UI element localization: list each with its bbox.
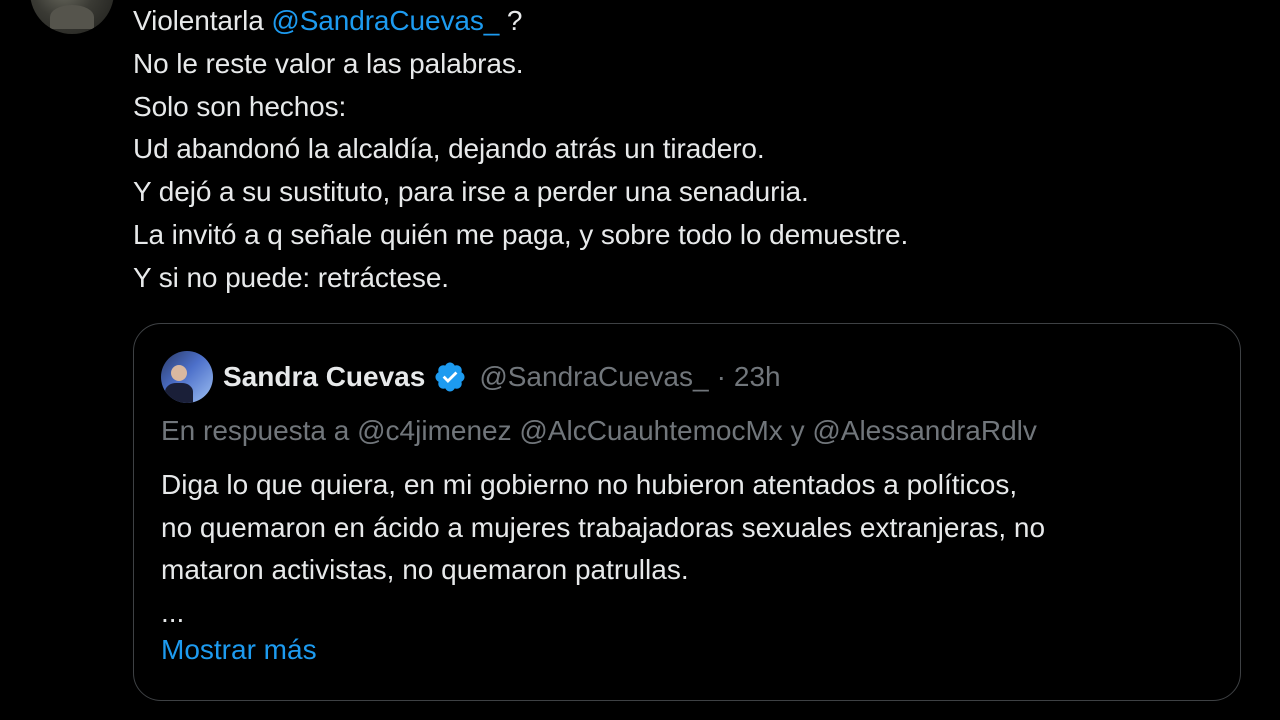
quoted-author-name[interactable]: Sandra Cuevas bbox=[223, 361, 425, 393]
tweet-line-7: Y si no puede: retráctese. bbox=[133, 261, 449, 293]
quoted-tweet-timestamp[interactable]: 23h bbox=[734, 361, 781, 393]
quoted-line-2: no quemaron en ácido a mujeres trabajado… bbox=[161, 511, 1046, 543]
tweet-line-1: Violentarla @SandraCuevas_ ? bbox=[133, 0, 1243, 43]
tweet-line1-prefix: Violentarla bbox=[133, 5, 272, 36]
reply-context: En respuesta a @c4jimenez @AlcCuauhtemoc… bbox=[161, 415, 1037, 447]
tweet-line1-suffix: ? bbox=[499, 5, 523, 36]
separator-dot: · bbox=[716, 361, 726, 392]
tweet-line-5: Y dejó a su sustituto, para irse a perde… bbox=[133, 176, 809, 208]
author-avatar[interactable] bbox=[30, 0, 114, 34]
quoted-author-handle[interactable]: @SandraCuevas_ bbox=[479, 361, 708, 393]
tweet-line-6: La invitó a q señale quién me paga, y so… bbox=[133, 218, 909, 250]
quoted-line-3: mataron activistas, no quemaron patrulla… bbox=[161, 554, 689, 586]
reply-mentions[interactable]: @c4jimenez @AlcCuauhtemocMx y @Alessandr… bbox=[357, 415, 1037, 446]
verified-badge-icon bbox=[435, 362, 465, 392]
reply-prefix: En respuesta a bbox=[161, 415, 358, 446]
tweet-text: Violentarla @SandraCuevas_ ? No le reste… bbox=[133, 0, 1243, 300]
tweet-line-2: No le reste valor a las palabras. bbox=[133, 47, 524, 79]
tweet-line-3: Solo son hechos: bbox=[133, 90, 347, 122]
quoted-ellipsis: ... bbox=[161, 596, 185, 628]
quoted-tweet-text: Diga lo que quiera, en mi gobierno no hu… bbox=[161, 464, 1221, 634]
mention-link[interactable]: @SandraCuevas_ bbox=[271, 5, 499, 36]
show-more-link[interactable]: Mostrar más bbox=[161, 634, 317, 666]
quoted-line-1: Diga lo que quiera, en mi gobierno no hu… bbox=[161, 469, 1018, 500]
quoted-author-avatar[interactable] bbox=[161, 351, 213, 403]
tweet-line-4: Ud abandonó la alcaldía, dejando atrás u… bbox=[133, 133, 765, 165]
quoted-tweet-card[interactable]: Sandra Cuevas @SandraCuevas_ · 23h En re… bbox=[133, 323, 1241, 701]
quoted-tweet-header: Sandra Cuevas @SandraCuevas_ · 23h bbox=[161, 350, 781, 404]
